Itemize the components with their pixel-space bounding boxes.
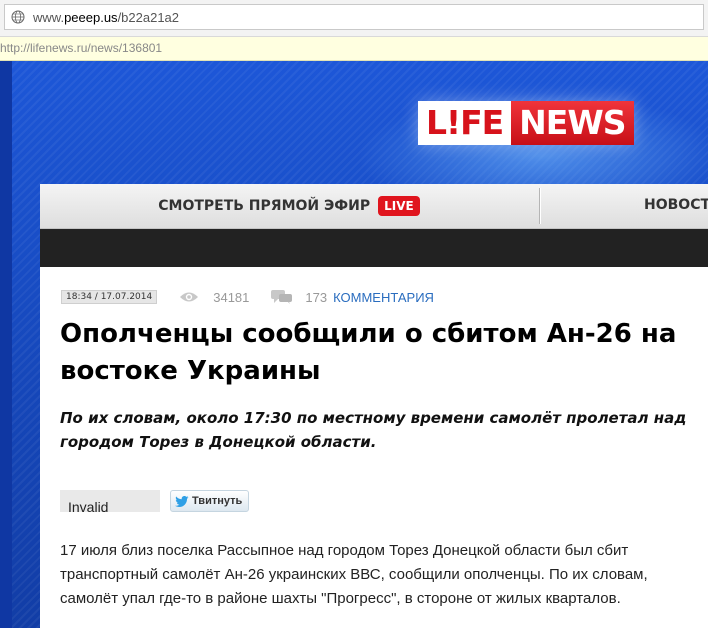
comments-link[interactable]: КОММЕНТАРИЯ [333, 290, 434, 305]
eye-icon [180, 292, 199, 302]
sub-nav-bar [40, 229, 708, 267]
lifenews-logo[interactable]: L!FE NEWS [418, 101, 634, 145]
address-url: www.peeep.us/b22a21a2 [33, 10, 180, 25]
nav-news-link[interactable]: НОВОСТИ [644, 197, 708, 213]
share-widget-label: Invalid [68, 499, 109, 512]
tweet-button[interactable]: Твитнуть [170, 490, 250, 512]
page-left-edge [0, 61, 12, 628]
logo-life-part: L!FE [418, 101, 512, 145]
watch-live-label: СМОТРЕТЬ ПРЯМОЙ ЭФИР [158, 198, 371, 214]
content-panel: СМОТРЕТЬ ПРЯМОЙ ЭФИР LIVE НОВОСТИ 18:34 … [40, 184, 708, 628]
share-widget-invalid[interactable]: Invalid [60, 490, 160, 512]
comments-count: 173 [305, 289, 328, 305]
speech-bubble-icon [271, 290, 293, 304]
twitter-bird-icon [175, 495, 189, 507]
article-meta: 18:34 / 17.07.2014 34181 173 КОММЕНТАРИЯ [61, 288, 434, 306]
nav-divider [539, 188, 540, 224]
link-hint-url: http://lifenews.ru/news/136801 [0, 41, 163, 55]
watch-live-link[interactable]: СМОТРЕТЬ ПРЯМОЙ ЭФИР LIVE [40, 184, 538, 228]
views-count: 34181 [213, 289, 250, 305]
address-field[interactable]: www.peeep.us/b22a21a2 [4, 4, 704, 30]
logo-news-part: NEWS [511, 101, 634, 145]
browser-address-bar: www.peeep.us/b22a21a2 [0, 0, 708, 37]
article-lead: По их словам, около 17:30 по местному вр… [60, 409, 687, 451]
tweet-button-label: Твитнуть [192, 495, 243, 507]
link-hint-bar: http://lifenews.ru/news/136801 [0, 37, 708, 61]
article-datetime: 18:34 / 17.07.2014 [61, 290, 158, 304]
live-badge: LIVE [378, 196, 420, 216]
globe-icon [11, 10, 25, 24]
main-nav: СМОТРЕТЬ ПРЯМОЙ ЭФИР LIVE НОВОСТИ [40, 184, 708, 229]
article-title: Ополченцы сообщили о сбитом Ан-26 на вос… [60, 319, 677, 386]
article-body: 17 июля близ поселка Рассыпное над город… [60, 542, 648, 607]
